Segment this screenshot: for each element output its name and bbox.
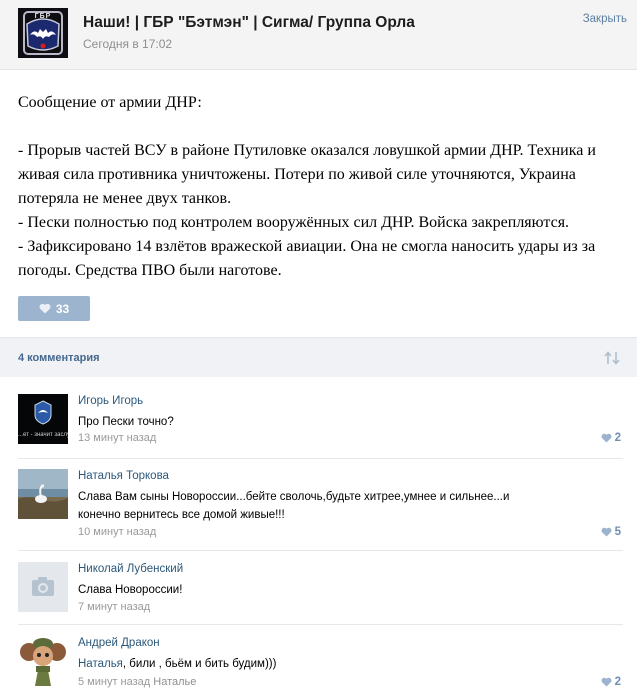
comment-item: ...ет - значит заслуж Игорь Игорь Про Пе…: [0, 394, 637, 454]
sort-arrows-icon[interactable]: [603, 351, 621, 365]
swan-photo-icon: [18, 469, 68, 519]
comments-bar: 4 комментария: [0, 337, 637, 377]
comment-author[interactable]: Андрей Дракон: [78, 637, 160, 649]
comment-divider: [18, 550, 623, 551]
heart-icon: [601, 677, 612, 687]
post-paragraph: - Зафиксировано 14 взлётов вражеской ави…: [18, 238, 600, 279]
comments-count[interactable]: 4 комментария: [18, 352, 100, 364]
comment-author[interactable]: Николай Лубенский: [78, 563, 183, 575]
comment-like-count: 2: [614, 676, 621, 688]
heart-icon: [39, 303, 51, 314]
comment-text: Про Пески точно?: [78, 416, 174, 428]
comment-like-count: 5: [614, 526, 621, 538]
comment-item: Николай Лубенский Слава Новороссии! 7 ми…: [0, 562, 637, 622]
post-paragraph: [18, 115, 628, 139]
comment-like-count: 2: [614, 432, 621, 444]
post-text: Сообщение от армии ДНР: - Прорыв частей …: [18, 91, 628, 283]
commenter-avatar[interactable]: ...ет - значит заслуж: [18, 394, 68, 444]
avatar-caption: ...ет - значит заслуж: [18, 432, 68, 438]
avatar-logo-text: ГБР: [34, 13, 52, 20]
comment-time[interactable]: 7 минут назад: [78, 601, 150, 613]
heart-icon: [601, 433, 612, 443]
comment-text: Слава Вам сыны Новороссии...бейте сволоч…: [78, 491, 510, 521]
comment-text: Слава Новороссии!: [78, 584, 183, 596]
comment-like-button[interactable]: 2: [601, 432, 621, 444]
comment-author[interactable]: Игорь Игорь: [78, 395, 143, 407]
reply-mention-link[interactable]: Наталья: [78, 658, 123, 670]
post-header: ГБР Наши! | ГБР "Бэтмэн" | Сигма/ Группа…: [0, 0, 637, 70]
comment-item: Андрей Дракон Наталья, били , бьём и бит…: [0, 636, 637, 700]
comment-divider: [18, 458, 623, 459]
comment-text: Наталья, били , бьём и бить будим))): [78, 655, 548, 673]
comment-author[interactable]: Наталья Торкова: [78, 470, 169, 482]
like-button[interactable]: 33: [18, 296, 90, 321]
comment-time[interactable]: 5 минут назад: [78, 676, 150, 688]
commenter-avatar[interactable]: [18, 562, 68, 612]
camera-icon: [18, 562, 68, 612]
like-count: 33: [55, 301, 70, 316]
comment-text-body: , били , бьём и бить будим))): [122, 658, 277, 670]
comment-divider: [18, 624, 623, 625]
cartoon-soldier-icon: [18, 636, 68, 686]
commenter-avatar[interactable]: [18, 636, 68, 686]
comment-time[interactable]: 10 минут назад: [78, 526, 156, 538]
close-button[interactable]: Закрыть: [583, 13, 627, 25]
comment-time[interactable]: 13 минут назад: [78, 432, 156, 444]
reply-to-link[interactable]: Наталье: [153, 676, 196, 688]
post-paragraph: Сообщение от армии ДНР:: [18, 94, 202, 111]
heart-icon: [601, 527, 612, 537]
comment-like-button[interactable]: 2: [601, 676, 621, 688]
commenter-avatar[interactable]: [18, 469, 68, 519]
post-date[interactable]: Сегодня в 17:02: [83, 37, 172, 51]
comment-meta: 5 минут назад Наталье: [78, 676, 196, 688]
comment-item: Наталья Торкова Слава Вам сыны Новоросси…: [0, 469, 637, 544]
group-title[interactable]: Наши! | ГБР "Бэтмэн" | Сигма/ Группа Орл…: [83, 14, 415, 32]
post-paragraph: - Прорыв частей ВСУ в районе Путиловке о…: [18, 142, 600, 207]
post-paragraph: - Пески полностью под контролем вооружён…: [18, 214, 570, 231]
comment-like-button[interactable]: 5: [601, 526, 621, 538]
group-avatar[interactable]: ГБР: [18, 8, 68, 58]
